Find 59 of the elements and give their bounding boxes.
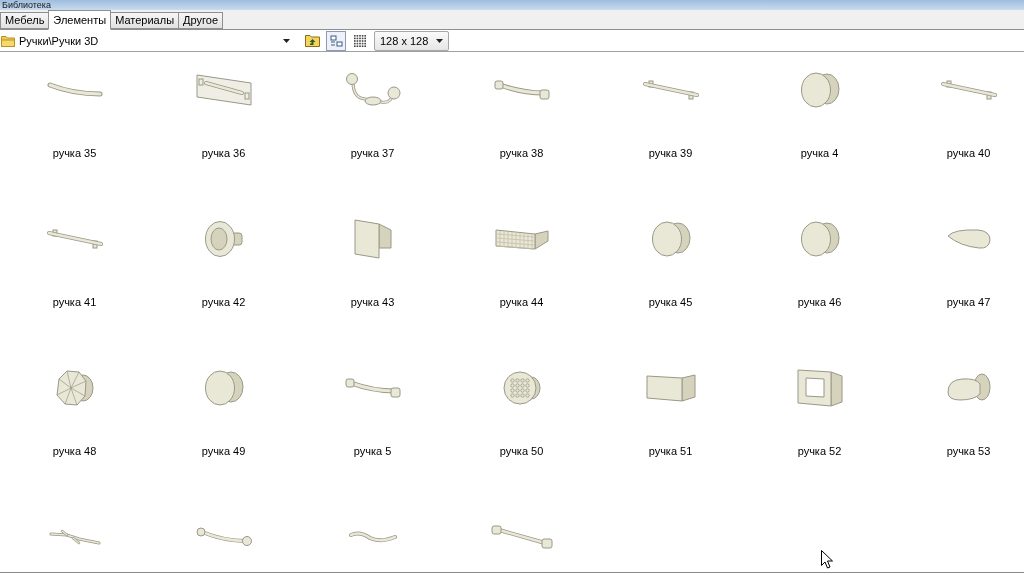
item-label[interactable]: ручка 39 — [648, 147, 693, 160]
square-knob-icon[interactable] — [352, 218, 393, 260]
item-label[interactable]: ручка 41 — [52, 296, 97, 309]
frame-handle-icon[interactable] — [796, 368, 843, 408]
knob-icon[interactable] — [650, 221, 691, 257]
item-label[interactable]: ручка 43 — [350, 296, 395, 309]
size-dropdown[interactable]: 128 x 128 — [374, 30, 450, 51]
folder-up-icon — [304, 34, 320, 47]
bar-handle-icon[interactable] — [640, 80, 701, 100]
item-label[interactable]: ручка 48 — [52, 445, 97, 458]
item-label[interactable]: ручка 50 — [499, 445, 544, 458]
caret-icon — [436, 38, 444, 43]
item-label[interactable]: ручка 36 — [201, 147, 246, 160]
tab[interactable]: Мебель — [0, 12, 50, 29]
cursor-icon — [821, 550, 833, 569]
item-label[interactable]: ручка 42 — [201, 296, 246, 309]
item-label[interactable]: ручка 53 — [946, 445, 991, 458]
curved-handle-icon[interactable] — [195, 527, 252, 547]
drop-handle-icon[interactable] — [344, 72, 401, 108]
item-label[interactable]: ручка 44 — [499, 296, 544, 309]
rod-handle-icon[interactable] — [490, 525, 553, 549]
item-label[interactable]: ручка 5 — [353, 445, 392, 458]
bar-handle-icon[interactable] — [938, 80, 999, 100]
item-label[interactable]: ручка 38 — [499, 147, 544, 160]
item-label[interactable]: ручка 49 — [201, 445, 246, 458]
dotted-knob-icon[interactable] — [502, 370, 541, 406]
wave-handle-icon[interactable] — [347, 529, 398, 545]
mushroom-knob-icon[interactable] — [945, 372, 992, 404]
item-label[interactable]: ручка 47 — [946, 296, 991, 309]
folder-icon — [1, 34, 15, 47]
plate-handle-icon[interactable] — [195, 74, 252, 106]
bow-handle-icon[interactable] — [344, 377, 401, 399]
knob-icon[interactable] — [203, 370, 244, 406]
curved-handle-icon[interactable] — [46, 82, 103, 98]
item-label[interactable]: ручка 37 — [350, 147, 395, 160]
thumbnails-view-icon — [329, 34, 343, 47]
faceted-knob-icon[interactable] — [54, 369, 95, 407]
caret-icon — [283, 38, 290, 43]
item-label[interactable]: ручка 45 — [648, 296, 693, 309]
teardrop-knob-icon[interactable] — [945, 227, 992, 251]
item-label[interactable]: ручка 4 — [800, 147, 839, 160]
knob-icon[interactable] — [203, 220, 244, 258]
item-label[interactable]: ручка 52 — [797, 445, 842, 458]
item-label[interactable]: ручка 40 — [946, 147, 991, 160]
tab[interactable]: Материалы — [110, 12, 180, 29]
grid-view-icon — [354, 34, 366, 47]
tab[interactable]: Элементы — [48, 10, 112, 30]
bar-handle-icon[interactable] — [44, 229, 105, 249]
item-label[interactable]: ручка 35 — [52, 147, 97, 160]
knob-icon[interactable] — [799, 72, 840, 108]
item-label[interactable]: ручка 51 — [648, 445, 693, 458]
item-label[interactable]: ручка 46 — [797, 296, 842, 309]
knob-icon[interactable] — [799, 221, 840, 257]
bow-handle-icon[interactable] — [493, 79, 550, 101]
window-title: Библиотека — [0, 0, 1024, 10]
block-handle-icon[interactable] — [645, 373, 696, 403]
tab[interactable]: Другое — [178, 12, 223, 29]
textured-handle-icon[interactable] — [494, 227, 549, 251]
twig-handle-icon[interactable] — [48, 529, 101, 545]
